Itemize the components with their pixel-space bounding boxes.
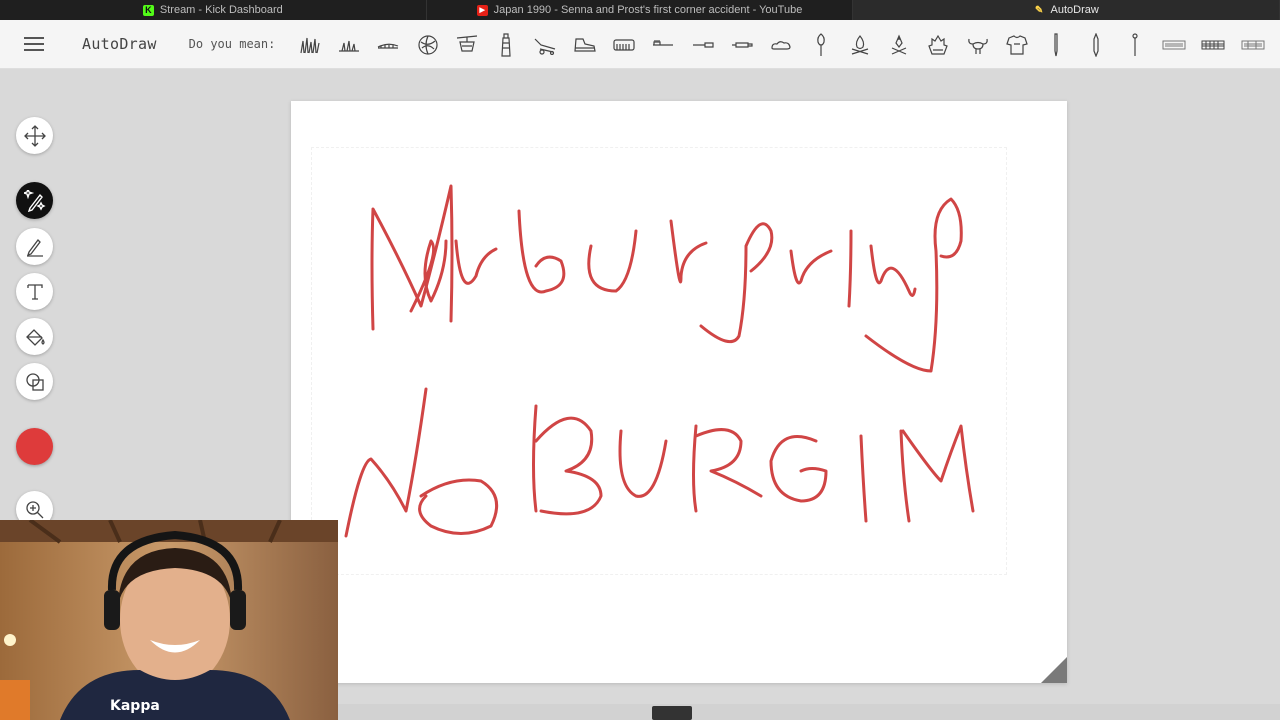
app-header: AutoDraw Do you mean:	[0, 20, 1280, 69]
tab-youtube[interactable]: ▶ Japan 1990 - Senna and Prost's first c…	[427, 0, 854, 20]
draw-tool-button[interactable]	[16, 228, 53, 265]
move-icon	[23, 124, 46, 147]
toothbrush-icon[interactable]	[644, 27, 683, 63]
shirt-icon[interactable]	[997, 27, 1036, 63]
svg-text:Kappa: Kappa	[110, 698, 160, 714]
autodraw-tool-button[interactable]	[16, 182, 53, 219]
crab-icon[interactable]	[958, 27, 997, 63]
gondola-icon[interactable]	[447, 27, 486, 63]
paint-bucket-icon	[25, 328, 45, 346]
color-picker-button[interactable]	[16, 428, 53, 465]
shoe-icon[interactable]	[565, 27, 604, 63]
suggestion-list	[290, 20, 1272, 69]
fill-tool-button[interactable]	[16, 318, 53, 355]
text-icon	[26, 283, 43, 300]
fire-icon[interactable]	[919, 27, 958, 63]
shapes-icon	[25, 372, 44, 391]
cloud-icon[interactable]	[762, 27, 801, 63]
menu-icon[interactable]	[24, 37, 44, 51]
youtube-icon: ▶	[476, 4, 488, 16]
streamer-webcam-image: Kappa	[0, 520, 338, 720]
stroke-line-1	[370, 184, 963, 373]
browser-tab-strip: K Stream - Kick Dashboard ▶ Japan 1990 -…	[0, 0, 1280, 20]
comb-icon[interactable]	[604, 27, 643, 63]
pencil-icon[interactable]	[1037, 27, 1076, 63]
zoom-in-icon	[25, 500, 43, 518]
webcam-overlay: Kappa	[0, 520, 338, 720]
caterpillar-icon[interactable]	[369, 27, 408, 63]
globe-icon[interactable]	[408, 27, 447, 63]
tab-kick-dashboard[interactable]: K Stream - Kick Dashboard	[0, 0, 427, 20]
tab-title: Stream - Kick Dashboard	[159, 4, 283, 16]
did-you-mean-label: Do you mean:	[188, 37, 276, 51]
campfire-icon[interactable]	[840, 27, 879, 63]
grass-icon[interactable]	[290, 27, 329, 63]
tab-title: Japan 1990 - Senna and Prost's first cor…	[493, 4, 803, 16]
tab-autodraw[interactable]: ✎ AutoDraw	[853, 0, 1280, 20]
crayon-icon[interactable]	[1076, 27, 1115, 63]
autodraw-icon: ✎	[1034, 4, 1044, 16]
handwriting-strokes	[344, 184, 975, 538]
campfire-2-icon[interactable]	[879, 27, 918, 63]
lighthouse-icon[interactable]	[486, 27, 525, 63]
knife-icon[interactable]	[683, 27, 722, 63]
drawing-canvas[interactable]	[291, 101, 1067, 683]
app-title: AutoDraw	[82, 35, 157, 53]
canvas-resize-handle[interactable]	[1041, 657, 1067, 683]
pencil-icon	[26, 238, 43, 257]
type-tool-button[interactable]	[16, 273, 53, 310]
stroke-line-2	[344, 387, 975, 538]
marker-icon[interactable]	[722, 27, 761, 63]
kick-icon: K	[142, 4, 154, 16]
bottom-bar	[338, 704, 1280, 720]
move-tool-button[interactable]	[16, 117, 53, 154]
shape-tool-button[interactable]	[16, 363, 53, 400]
bottom-handle[interactable]	[652, 706, 692, 720]
keyboard-2-icon[interactable]	[1194, 27, 1233, 63]
tab-title: AutoDraw	[1050, 4, 1099, 16]
pin-icon[interactable]	[1115, 27, 1154, 63]
grass-short-icon[interactable]	[329, 27, 368, 63]
paintbrush-icon[interactable]	[801, 27, 840, 63]
autodraw-icon	[23, 189, 46, 212]
keyboard-3-icon[interactable]	[1233, 27, 1272, 63]
skateboard-icon[interactable]	[526, 27, 565, 63]
keyboard-icon[interactable]	[1155, 27, 1194, 63]
